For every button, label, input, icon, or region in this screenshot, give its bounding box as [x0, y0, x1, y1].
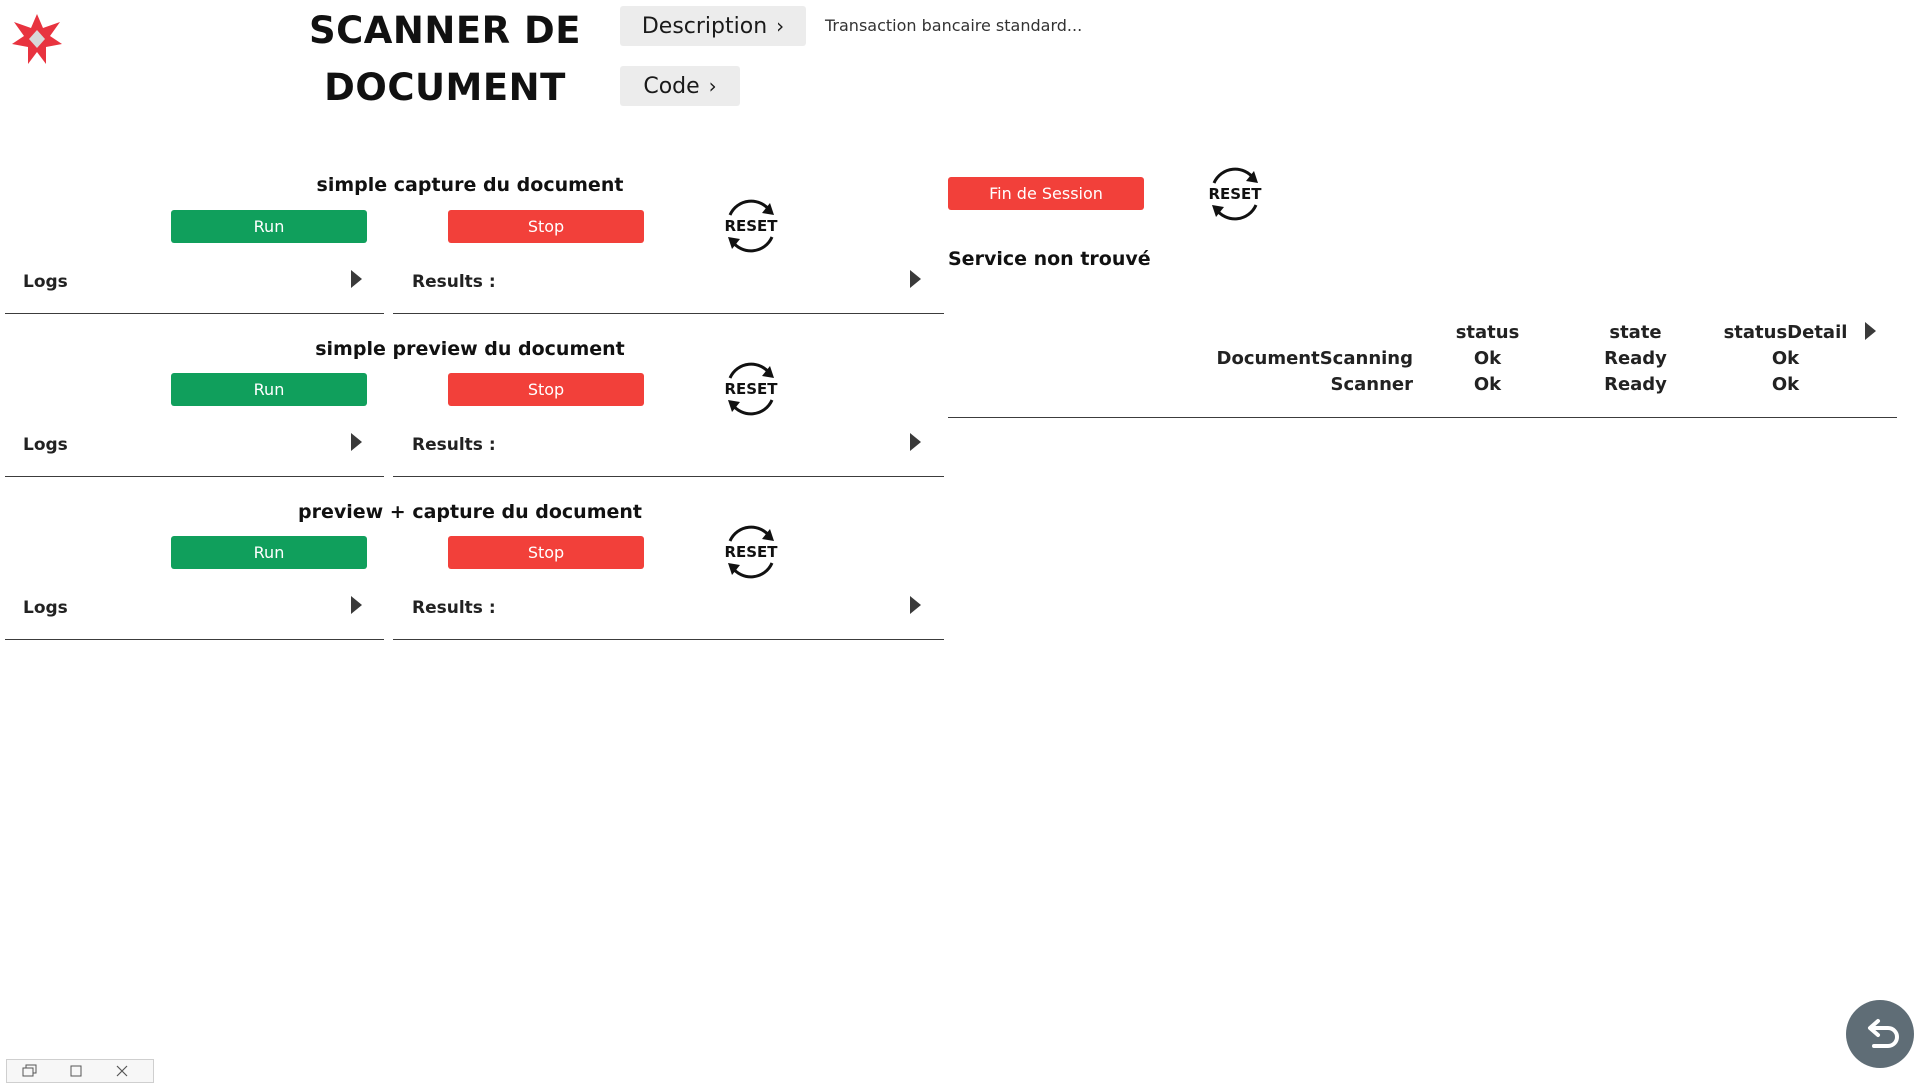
- section-title-preview: simple preview du document: [315, 338, 625, 360]
- results-expand-icon[interactable]: [910, 433, 921, 451]
- logs-expand-icon[interactable]: [351, 433, 362, 451]
- divider: [5, 313, 384, 314]
- divider: [393, 476, 944, 477]
- code-button[interactable]: Code ›: [620, 66, 740, 106]
- end-session-button[interactable]: Fin de Session: [948, 177, 1144, 210]
- row-status-detail: Ok: [1771, 374, 1800, 395]
- logs-label: Logs: [23, 435, 68, 455]
- reset-icon[interactable]: RESET: [722, 360, 780, 418]
- restore-icon[interactable]: [7, 1064, 53, 1078]
- logs-label: Logs: [23, 272, 68, 292]
- column-header-status: status: [1455, 322, 1520, 343]
- run-button[interactable]: Run: [171, 210, 367, 243]
- page-title: SCANNER DE DOCUMENT: [308, 9, 581, 109]
- chevron-right-icon: ›: [776, 14, 785, 38]
- row-status-detail: Ok: [1771, 348, 1800, 369]
- reset-icon[interactable]: RESET: [722, 197, 780, 255]
- reset-label: RESET: [724, 543, 778, 561]
- reset-icon[interactable]: RESET: [722, 523, 780, 581]
- window-controls: [6, 1059, 154, 1083]
- stop-button[interactable]: Stop: [448, 536, 644, 569]
- row-state: Ready: [1604, 374, 1667, 395]
- divider: [393, 313, 944, 314]
- section-title-capture: simple capture du document: [316, 174, 624, 196]
- close-icon[interactable]: [99, 1065, 145, 1077]
- return-arrow-icon: [1868, 1019, 1899, 1048]
- results-label: Results :: [412, 272, 496, 292]
- reset-label: RESET: [724, 217, 778, 235]
- stop-button[interactable]: Stop: [448, 210, 644, 243]
- maximize-icon[interactable]: [53, 1065, 99, 1077]
- results-expand-icon[interactable]: [910, 596, 921, 614]
- row-status: Ok: [1473, 374, 1502, 395]
- divider: [5, 476, 384, 477]
- chevron-right-icon: ›: [708, 74, 717, 98]
- description-button[interactable]: Description ›: [620, 6, 806, 46]
- code-button-label: Code: [643, 73, 700, 99]
- reset-label: RESET: [1208, 185, 1262, 203]
- description-text: Transaction bancaire standard...: [825, 16, 1083, 35]
- column-header-status-detail: statusDetail: [1723, 322, 1848, 343]
- back-button[interactable]: [1846, 1000, 1914, 1068]
- divider: [948, 417, 1897, 418]
- results-expand-icon[interactable]: [910, 270, 921, 288]
- table-expand-icon[interactable]: [1865, 322, 1876, 340]
- column-header-state: state: [1609, 322, 1662, 343]
- run-button[interactable]: Run: [171, 373, 367, 406]
- divider: [393, 639, 944, 640]
- divider: [5, 639, 384, 640]
- reset-label: RESET: [724, 380, 778, 398]
- session-reset-icon[interactable]: RESET: [1206, 165, 1264, 223]
- section-title-preview-capture: preview + capture du document: [298, 501, 642, 523]
- logs-expand-icon[interactable]: [351, 270, 362, 288]
- row-name: DocumentScanning: [1216, 348, 1413, 369]
- row-status: Ok: [1473, 348, 1502, 369]
- logs-label: Logs: [23, 598, 68, 618]
- results-label: Results :: [412, 435, 496, 455]
- service-message: Service non trouvé: [948, 248, 1151, 270]
- stop-button[interactable]: Stop: [448, 373, 644, 406]
- row-name: Scanner: [1330, 374, 1414, 395]
- run-button[interactable]: Run: [171, 536, 367, 569]
- results-label: Results :: [412, 598, 496, 618]
- description-button-label: Description: [641, 13, 768, 39]
- logo-icon: [12, 14, 62, 64]
- logs-expand-icon[interactable]: [351, 596, 362, 614]
- row-state: Ready: [1604, 348, 1667, 369]
